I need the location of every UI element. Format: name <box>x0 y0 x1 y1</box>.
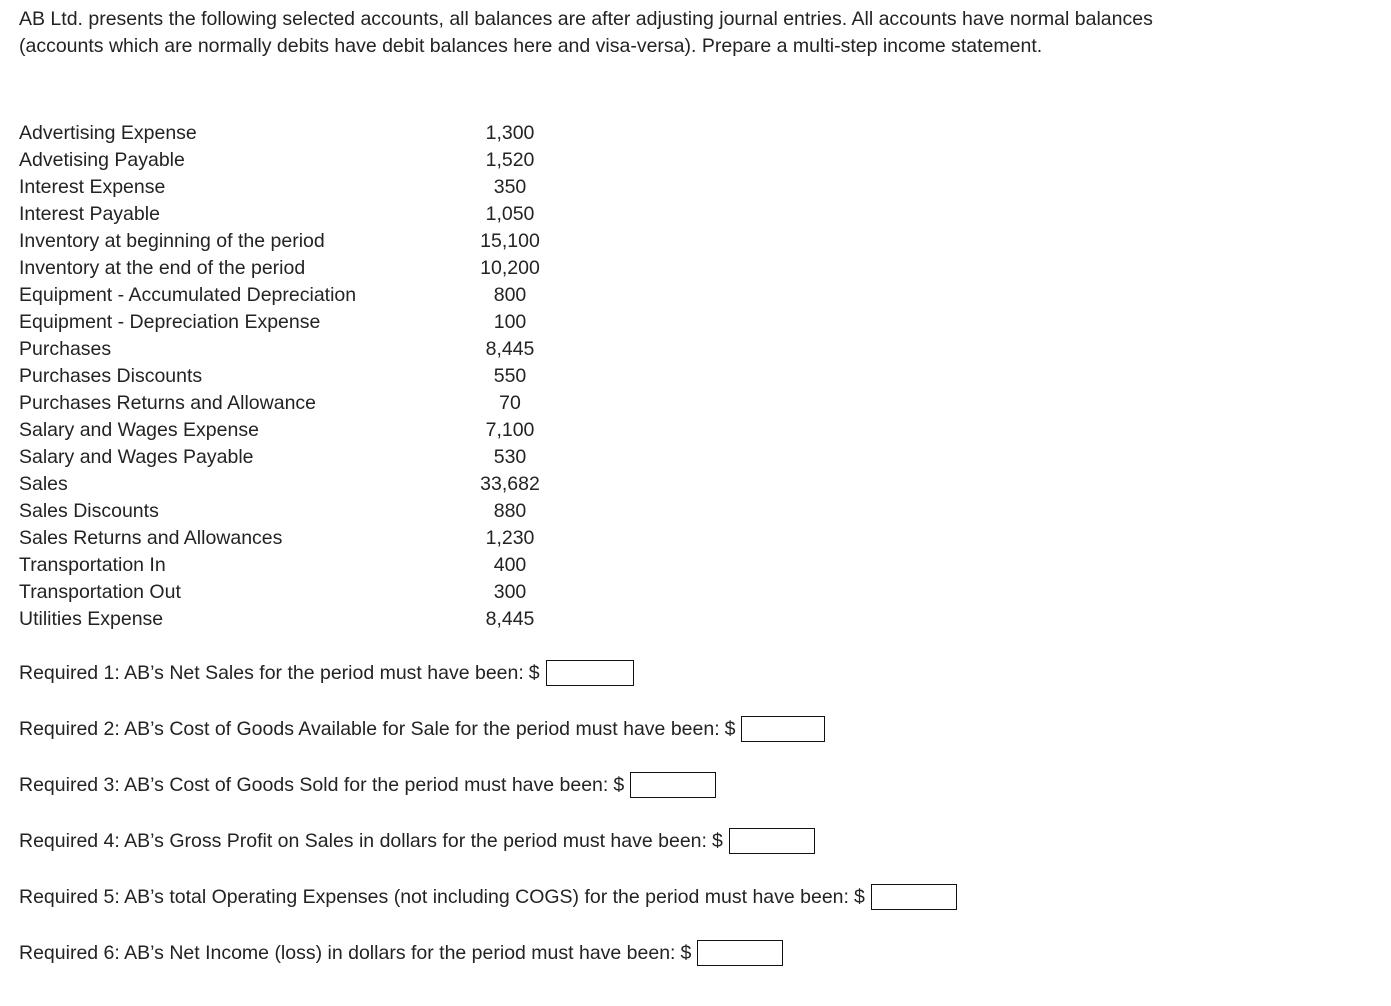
account-row: Sales 33,682 <box>0 471 600 498</box>
problem-statement-line-2: (accounts which are normally debits have… <box>19 35 1043 57</box>
account-name: Utilities Expense <box>19 608 164 630</box>
required-question-label: Required 3: AB’s Cost of Goods Sold for … <box>19 774 609 796</box>
required-question-label: Required 5: AB’s total Operating Expense… <box>19 886 849 908</box>
account-name: Salary and Wages Payable <box>19 446 254 468</box>
account-row: Interest Payable 1,050 <box>0 201 600 228</box>
account-value: 7,100 <box>485 419 535 441</box>
account-value: 800 <box>493 284 527 306</box>
account-value: 1,230 <box>485 527 535 549</box>
account-row: Purchases Discounts 550 <box>0 363 600 390</box>
account-name: Purchases <box>19 338 112 360</box>
account-name: Salary and Wages Expense <box>19 419 259 441</box>
answer-input-6[interactable] <box>697 940 784 966</box>
required-question-inner: Required 5: AB’s total Operating Expense… <box>19 882 957 912</box>
account-row: Sales Discounts 880 <box>0 498 600 525</box>
answer-input-2[interactable] <box>741 716 826 742</box>
account-name: Advetising Payable <box>19 149 185 171</box>
account-name: Transportation Out <box>19 581 181 603</box>
required-question-label: Required 6: AB’s Net Income (loss) in do… <box>19 942 676 964</box>
dollar-sign-icon: $ <box>613 774 625 796</box>
account-row: Advertising Expense 1,300 <box>0 120 600 147</box>
account-value: 350 <box>493 176 527 198</box>
account-value: 880 <box>493 500 527 522</box>
account-name: Sales <box>19 473 68 495</box>
account-value: 300 <box>493 581 527 603</box>
problem-statement-line-1: AB Ltd. presents the following selected … <box>19 8 1153 30</box>
account-row: Purchases 8,445 <box>0 336 600 363</box>
account-row: Inventory at beginning of the period 15,1… <box>0 228 600 255</box>
required-questions-list: Required 1: AB’s Net Sales for the perio… <box>0 658 1391 994</box>
account-row: Transportation In 400 <box>0 552 600 579</box>
account-name: Purchases Returns and Allowance <box>19 392 317 414</box>
account-value: 1,520 <box>485 149 535 171</box>
account-value: 1,050 <box>485 203 535 225</box>
required-question-label: Required 4: AB’s Gross Profit on Sales i… <box>19 830 707 852</box>
account-row: Inventory at the end of the period 10,200 <box>0 255 600 282</box>
required-question-inner: Required 4: AB’s Gross Profit on Sales i… <box>19 826 815 856</box>
account-value: 1,300 <box>485 122 535 144</box>
required-question-inner: Required 1: AB’s Net Sales for the perio… <box>19 658 634 688</box>
answer-input-3[interactable] <box>630 772 717 798</box>
worksheet-page: AB Ltd. presents the following selected … <box>0 0 1391 1006</box>
answer-input-4[interactable] <box>728 828 815 854</box>
account-value: 550 <box>493 365 527 387</box>
required-question-row: Required 2: AB’s Cost of Goods Available… <box>0 714 1391 770</box>
dollar-sign-icon: $ <box>528 662 540 684</box>
required-question-label: Required 2: AB’s Cost of Goods Available… <box>19 718 720 740</box>
dollar-sign-icon: $ <box>853 886 865 908</box>
account-value: 100 <box>493 311 527 333</box>
account-row: Equipment - Accumulated Depreciation 800 <box>0 282 600 309</box>
account-value: 8,445 <box>485 338 535 360</box>
dollar-sign-icon: $ <box>680 942 692 964</box>
dollar-sign-icon: $ <box>711 830 723 852</box>
required-question-row: Required 1: AB’s Net Sales for the perio… <box>0 658 1391 714</box>
account-name: Interest Payable <box>19 203 160 225</box>
account-name: Inventory at the end of the period <box>19 257 306 279</box>
account-row: Utilities Expense 8,445 <box>0 606 600 633</box>
required-question-row: Required 5: AB’s total Operating Expense… <box>0 882 1391 938</box>
account-row: Salary and Wages Expense 7,100 <box>0 417 600 444</box>
account-row: Sales Returns and Allowances 1,230 <box>0 525 600 552</box>
answer-input-1[interactable] <box>545 660 634 686</box>
account-name: Transportation In <box>19 554 166 576</box>
account-name: Advertising Expense <box>19 122 197 144</box>
account-value: 33,682 <box>480 473 540 495</box>
required-question-label: Required 1: AB’s Net Sales for the perio… <box>19 662 524 684</box>
required-question-inner: Required 6: AB’s Net Income (loss) in do… <box>19 938 784 968</box>
account-value: 70 <box>499 392 521 414</box>
required-question-row: Required 6: AB’s Net Income (loss) in do… <box>0 938 1391 994</box>
account-value: 15,100 <box>480 230 540 252</box>
required-question-row: Required 4: AB’s Gross Profit on Sales i… <box>0 826 1391 882</box>
required-question-inner: Required 2: AB’s Cost of Goods Available… <box>19 714 826 744</box>
account-row: Transportation Out 300 <box>0 579 600 606</box>
account-value: 400 <box>493 554 527 576</box>
dollar-sign-icon: $ <box>724 718 736 740</box>
account-row: Advetising Payable 1,520 <box>0 147 600 174</box>
account-row: Salary and Wages Payable 530 <box>0 444 600 471</box>
account-name: Sales Returns and Allowances <box>19 527 283 549</box>
problem-statement: AB Ltd. presents the following selected … <box>19 6 1391 60</box>
account-row: Purchases Returns and Allowance 70 <box>0 390 600 417</box>
account-name: Interest Expense <box>19 176 166 198</box>
account-name: Sales Discounts <box>19 500 159 522</box>
account-row: Equipment - Depreciation Expense 100 <box>0 309 600 336</box>
account-value: 10,200 <box>480 257 540 279</box>
account-name: Equipment - Accumulated Depreciation <box>19 284 357 306</box>
account-value: 8,445 <box>485 608 535 630</box>
account-name: Equipment - Depreciation Expense <box>19 311 321 333</box>
required-question-row: Required 3: AB’s Cost of Goods Sold for … <box>0 770 1391 826</box>
account-row: Interest Expense 350 <box>0 174 600 201</box>
account-value: 530 <box>493 446 527 468</box>
account-name: Purchases Discounts <box>19 365 203 387</box>
account-balance-list: Advertising Expense 1,300 Advetising Payab… <box>0 120 600 633</box>
answer-input-5[interactable] <box>870 884 957 910</box>
account-name: Inventory at beginning of the period <box>19 230 325 252</box>
required-question-inner: Required 3: AB’s Cost of Goods Sold for … <box>19 770 717 800</box>
